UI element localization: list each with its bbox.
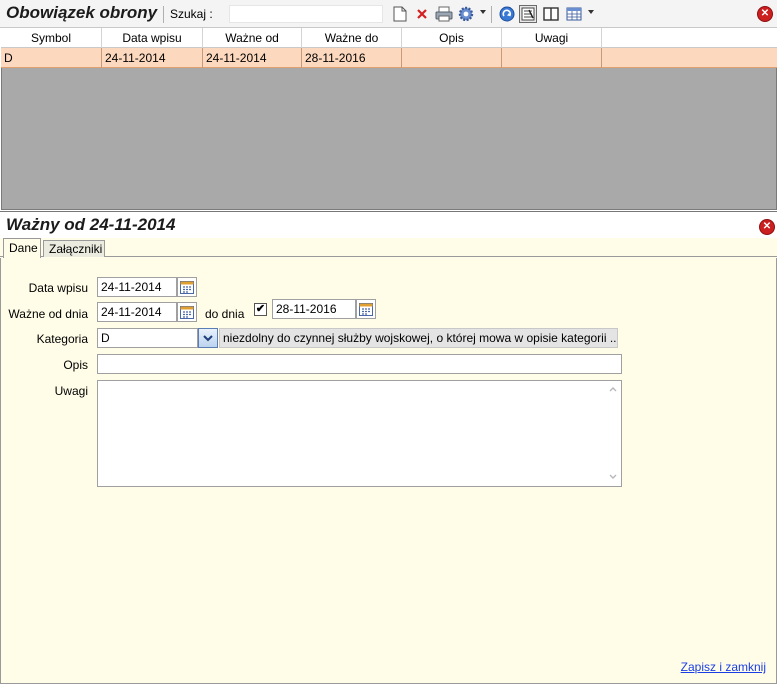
kategoria-label: Kategoria [36, 332, 88, 346]
data-wpisu-field[interactable]: 24-11-2014 [97, 277, 177, 297]
kategoria-dropdown-button[interactable] [198, 328, 218, 348]
cell-wazne-od: 24-11-2014 [203, 48, 302, 68]
settings-icon [458, 6, 474, 22]
search-input[interactable] [229, 5, 383, 23]
wazne-od-field[interactable]: 24-11-2014 [97, 302, 177, 322]
column-header-opis[interactable]: Opis [402, 28, 502, 48]
kategoria-description: niezdolny do czynnej służby wojskowej, o… [219, 328, 618, 348]
calendar-icon [359, 302, 373, 316]
calendar-icon [180, 305, 194, 319]
uwagi-textarea[interactable] [97, 380, 622, 487]
column-header-data-wpisu[interactable]: Data wpisu [102, 28, 203, 48]
cell-symbol: D [1, 48, 102, 68]
toolbar-separator [491, 6, 492, 23]
close-list-button[interactable]: ✕ [756, 5, 774, 23]
column-header-wazne-od[interactable]: Ważne od [203, 28, 302, 48]
table-row[interactable]: D 24-11-2014 24-11-2014 28-11-2016 [1, 48, 777, 68]
tab-strip [0, 238, 777, 257]
print-icon [435, 6, 453, 22]
calendar-icon [180, 280, 194, 294]
do-dnia-label: do dnia [205, 307, 245, 321]
cell-data-wpisu: 24-11-2014 [102, 48, 203, 68]
grid-layout-dropdown-arrow-icon[interactable] [588, 10, 594, 14]
refresh-icon [499, 6, 515, 22]
wazne-od-calendar-button[interactable] [177, 302, 197, 322]
list-title: Obowiązek obrony [6, 3, 158, 22]
data-wpisu-label: Data wpisu [28, 281, 88, 295]
do-dnia-field[interactable]: 28-11-2016 [272, 299, 356, 319]
toolbar-separator [163, 6, 164, 23]
new-document-icon [393, 6, 407, 22]
settings-dropdown-arrow-icon[interactable] [480, 10, 486, 14]
new-document-button[interactable] [391, 5, 409, 23]
filter-button[interactable] [519, 5, 537, 23]
delete-icon [417, 9, 427, 19]
save-and-close-link[interactable]: Zapisz i zamknij [681, 660, 766, 674]
columns-button[interactable] [542, 5, 560, 23]
scroll-down-icon[interactable] [609, 474, 617, 479]
uwagi-label: Uwagi [54, 384, 88, 398]
grid-header: Symbol Data wpisu Ważne od Ważne do Opis… [1, 28, 777, 48]
uwagi-scrollbar[interactable] [605, 381, 621, 486]
close-detail-button[interactable]: ✕ [758, 218, 776, 236]
column-header-wazne-do[interactable]: Ważne do [302, 28, 402, 48]
search-label: Szukaj : [170, 7, 213, 21]
tab-zalaczniki[interactable]: Załączniki [43, 240, 105, 257]
settings-button[interactable] [457, 5, 475, 23]
close-icon: ✕ [757, 6, 773, 22]
chevron-down-icon [203, 334, 213, 341]
scroll-up-icon[interactable] [609, 387, 617, 392]
do-dnia-checkbox[interactable]: ✔ [254, 303, 267, 316]
tab-dane[interactable]: Dane [3, 238, 41, 258]
cell-opis [402, 48, 502, 68]
opis-field[interactable] [97, 354, 622, 374]
kategoria-select[interactable]: D [97, 328, 198, 348]
grid-layout-icon [566, 7, 582, 21]
do-dnia-calendar-button[interactable] [356, 299, 376, 319]
opis-label: Opis [63, 358, 88, 372]
columns-icon [543, 7, 559, 21]
grid-layout-button[interactable] [565, 5, 583, 23]
column-header-uwagi[interactable]: Uwagi [502, 28, 602, 48]
wazne-od-label: Ważne od dnia [8, 307, 88, 321]
print-button[interactable] [435, 5, 453, 23]
refresh-button[interactable] [498, 5, 516, 23]
cell-uwagi [502, 48, 602, 68]
close-icon: ✕ [759, 219, 775, 235]
detail-title: Ważny od 24-11-2014 [6, 215, 176, 234]
delete-button[interactable] [413, 5, 431, 23]
cell-wazne-do: 28-11-2016 [302, 48, 402, 68]
data-wpisu-calendar-button[interactable] [177, 277, 197, 297]
filter-icon [521, 7, 535, 21]
column-header-symbol[interactable]: Symbol [1, 28, 102, 48]
